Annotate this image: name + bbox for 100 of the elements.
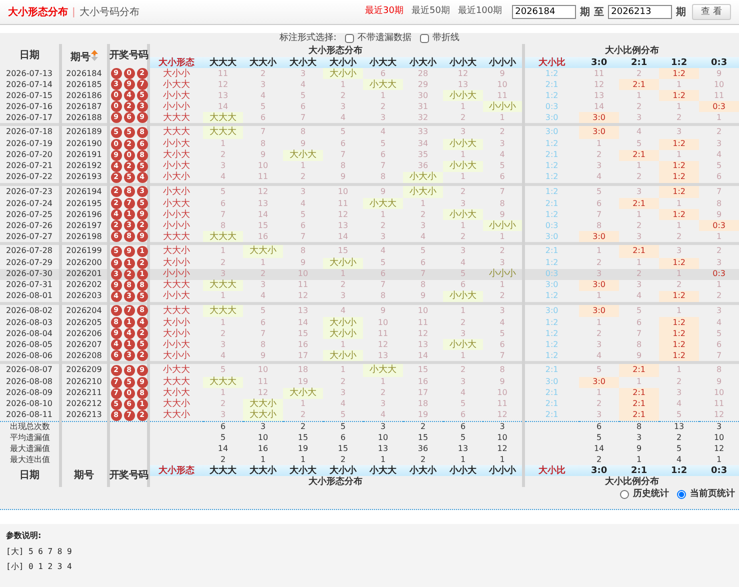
pattern-cell: 小小大: [148, 160, 203, 172]
omission-cell: 2: [203, 398, 243, 410]
omission-cell: 4: [243, 290, 283, 303]
omission-cell: 1: [443, 220, 483, 231]
omission-cell: 6: [443, 410, 483, 421]
date-cell: 2026-07-28: [0, 244, 60, 258]
hit-cell: 小小大: [443, 209, 483, 220]
omission-cell: 4: [483, 317, 524, 328]
omission-cell: 12: [243, 388, 283, 398]
checkbox-label[interactable]: 不带遗漏数据: [358, 33, 412, 44]
omission-cell: 3: [659, 388, 700, 398]
omission-cell: 1: [699, 112, 739, 124]
range-link[interactable]: 最近50期: [411, 5, 450, 19]
omission-cell: 2: [659, 112, 700, 124]
ratio-cell: 2:1: [523, 410, 580, 421]
omission-cell: 3: [699, 258, 739, 268]
omission-cell: 2: [443, 362, 483, 376]
omission-cell: 4: [579, 350, 620, 362]
omission-cell: 3: [483, 138, 524, 150]
ratio-cell: 1:2: [523, 328, 580, 339]
issue-cell: 2026191: [60, 150, 108, 160]
checkbox[interactable]: [344, 34, 354, 43]
omission-cell: 2: [243, 68, 283, 79]
pattern-cell: 小小大: [148, 209, 203, 220]
column-header: 2:1: [619, 465, 660, 476]
checkbox[interactable]: [420, 34, 429, 43]
omission-cell: 2: [283, 410, 323, 421]
radio-label[interactable]: 当前页统计: [690, 487, 735, 501]
range-link[interactable]: 最近100期: [458, 5, 502, 19]
omission-cell: 2: [699, 290, 739, 303]
omission-cell: 11: [699, 90, 739, 101]
checkbox-label[interactable]: 带折线: [432, 33, 460, 44]
column-header: 小大大: [363, 57, 403, 68]
column-header: 大大小: [243, 57, 283, 68]
omission-cell: 1: [483, 112, 524, 124]
ratio-cell: 1:2: [523, 172, 580, 184]
omission-cell: 6: [619, 317, 660, 328]
omission-cell: 2: [619, 220, 660, 231]
column-header: 大小大: [283, 57, 323, 68]
radio-button[interactable]: [677, 490, 686, 498]
column-header: 大小大: [283, 465, 323, 476]
omission-cell: 1: [659, 220, 700, 231]
omission-cell: 14: [283, 317, 323, 328]
stat-cell: 1: [699, 454, 739, 465]
omission-cell: 19: [403, 410, 443, 421]
separator: |: [72, 6, 76, 20]
column-header: 大大小: [243, 465, 283, 476]
omission-cell: 1: [323, 79, 363, 90]
pattern-cell: 大大大: [148, 376, 203, 388]
omission-cell: 12: [403, 328, 443, 339]
column-header: 小小小: [483, 465, 524, 476]
hit-cell: 小大大: [363, 362, 403, 376]
hit-cell: 0:3: [699, 220, 739, 231]
omission-cell-text: 6: [339, 138, 347, 150]
omission-cell: 1: [579, 388, 620, 398]
stat-cell-text: 14: [216, 443, 230, 454]
omission-cell-text: 4: [259, 90, 267, 101]
omission-cell: 13: [363, 350, 403, 362]
tab[interactable]: 大小形态分布: [8, 4, 68, 20]
omission-cell: 2: [483, 244, 524, 258]
omission-cell: 7: [483, 184, 524, 198]
date-cell: 2026-07-30: [0, 268, 60, 280]
omission-cell: 2: [619, 172, 660, 184]
omission-cell: 6: [443, 280, 483, 290]
omission-cell: 10: [243, 362, 283, 376]
tab[interactable]: 大小号码分布: [79, 4, 140, 20]
omission-cell-text: 8: [259, 339, 267, 350]
omission-cell: 2: [579, 150, 620, 160]
omission-cell: 8: [243, 138, 283, 150]
pattern-cell: 小大大: [148, 362, 203, 376]
omission-cell: 4: [659, 398, 700, 410]
omission-cell: 8: [203, 220, 243, 231]
hit-cell: 小小大: [443, 138, 483, 150]
stat-cell-text: 10: [712, 432, 726, 443]
radio-label[interactable]: 历史统计: [633, 487, 669, 501]
stat-cell: 1: [619, 454, 660, 465]
issue-cell: 2026195: [60, 198, 108, 209]
omission-cell: 2: [483, 124, 524, 138]
view-button[interactable]: 查 看: [692, 4, 731, 20]
omission-cell: 12: [243, 184, 283, 198]
radio-button[interactable]: [620, 490, 629, 498]
issue-cell: 2026188: [60, 112, 108, 124]
date-cell: 2026-08-01: [0, 290, 60, 303]
range-link[interactable]: 最近30期: [365, 5, 404, 19]
omission-cell: 8: [579, 220, 620, 231]
omission-cell: 2: [323, 376, 363, 388]
omission-cell: 34: [403, 138, 443, 150]
omission-cell: 36: [403, 160, 443, 172]
omission-cell: 10: [243, 160, 283, 172]
omission-cell: 18: [283, 362, 323, 376]
issue-cell: 2026185: [60, 79, 108, 90]
date-cell: 2026-07-20: [0, 150, 60, 160]
omission-cell: 4: [699, 317, 739, 328]
issue-from-field[interactable]: 2026184: [512, 5, 576, 19]
omission-cell: 8: [283, 244, 323, 258]
omission-cell: 12: [579, 79, 620, 90]
stat-cell-text: 14: [592, 443, 606, 454]
issue-to-field[interactable]: 2026213: [608, 5, 672, 19]
column-header: 期号: [60, 465, 108, 487]
sort-icon[interactable]: [90, 50, 98, 60]
